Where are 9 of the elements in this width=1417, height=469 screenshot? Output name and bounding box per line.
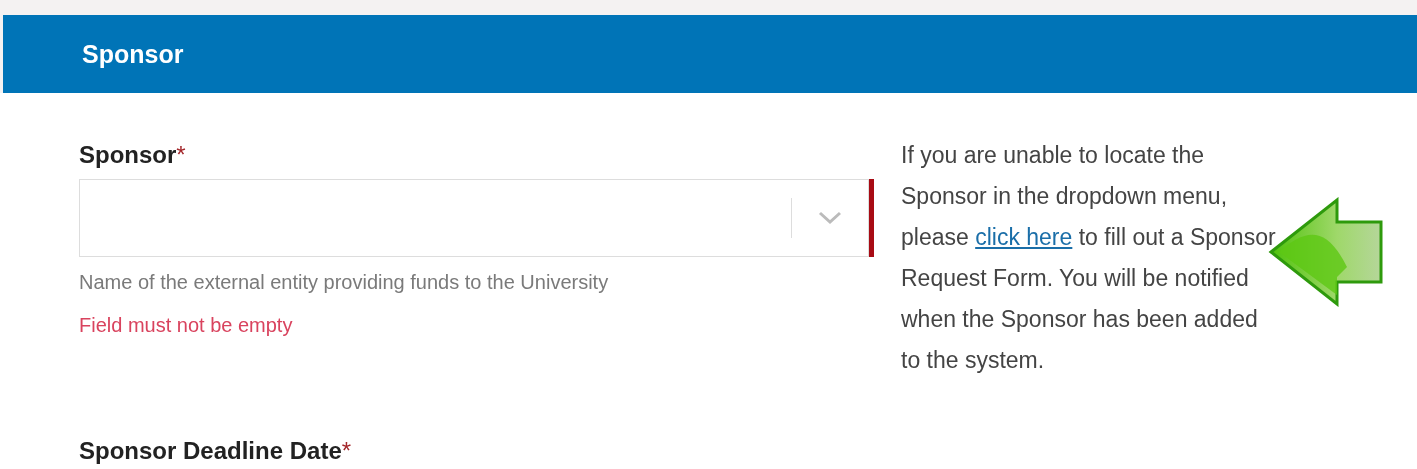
field-label: Sponsor* — [79, 141, 187, 170]
sponsor-select[interactable] — [79, 179, 869, 257]
click-here-link[interactable]: click here — [975, 224, 1073, 250]
field-label: Sponsor Deadline Date* — [79, 437, 353, 465]
info-paragraph: If you are unable to locate the Sponsor in the dropdown menu, please click here to fill out a Sponsor Request Form. You will be notified when the Sponsor has been added to the system. — [901, 141, 1277, 375]
error-message: Field must not be empty — [79, 314, 294, 337]
chevron-down-icon — [818, 211, 842, 225]
help-text: Name of the external entity providing funds to the University — [79, 271, 610, 294]
section-title: Sponsor — [82, 39, 184, 69]
